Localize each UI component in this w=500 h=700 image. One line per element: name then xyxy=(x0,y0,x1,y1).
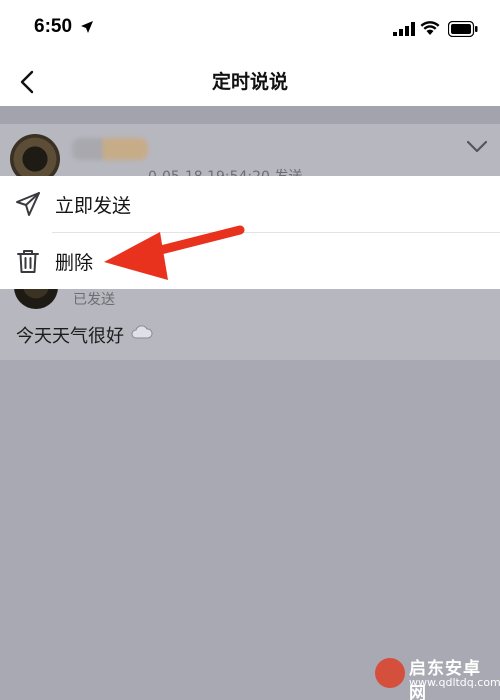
menu-item-delete[interactable]: 删除 xyxy=(0,233,500,289)
location-arrow-icon xyxy=(81,21,93,33)
wifi-icon xyxy=(420,21,440,35)
section-gap xyxy=(0,106,500,124)
cloud-emoji-icon xyxy=(131,325,153,339)
cellular-signal-icon xyxy=(393,22,415,36)
status-bar: 6:50 xyxy=(0,0,500,58)
trash-icon xyxy=(17,250,39,273)
watermark-logo-icon xyxy=(375,658,405,688)
menu-item-label: 立即发送 xyxy=(55,195,132,217)
send-icon xyxy=(16,192,40,216)
post-action-menu: 立即发送 删除 xyxy=(0,176,500,289)
sent-status: 已发送 xyxy=(73,292,115,308)
nav-bar: 定时说说 xyxy=(0,58,500,106)
watermark: 启东安卓网 www.qdltdq.com xyxy=(375,652,500,700)
menu-item-send-now[interactable]: 立即发送 xyxy=(0,176,500,232)
menu-item-label: 删除 xyxy=(55,252,94,274)
chevron-down-icon[interactable] xyxy=(466,140,488,154)
watermark-url: www.qdltdq.com xyxy=(409,676,500,689)
status-time: 6:50 xyxy=(34,16,73,37)
battery-icon xyxy=(448,21,478,37)
post-text: 今天天气很好 xyxy=(16,326,124,347)
blurred-username xyxy=(72,138,148,160)
page-title: 定时说说 xyxy=(211,71,288,93)
